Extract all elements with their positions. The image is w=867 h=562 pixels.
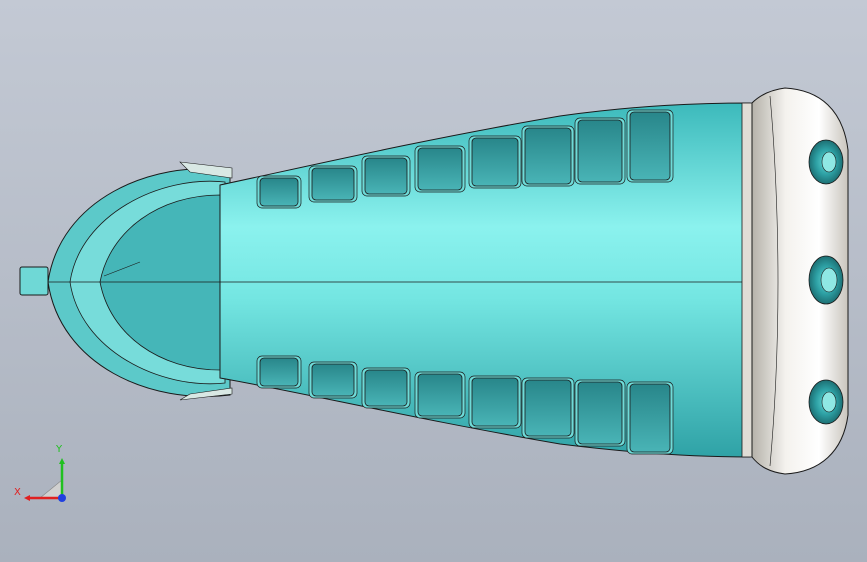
grip-groove <box>471 377 519 427</box>
y-axis-label: Y <box>55 444 63 455</box>
grip-groove <box>524 379 572 437</box>
grip-groove <box>629 111 671 181</box>
grip-groove <box>629 383 671 453</box>
grip-groove <box>577 119 623 183</box>
x-axis-label: X <box>14 487 21 498</box>
grip-groove <box>364 369 408 407</box>
grip-groove <box>311 167 355 201</box>
grip-groove <box>259 177 299 207</box>
axis-triad: X Y <box>14 444 66 502</box>
z-axis-dot <box>58 494 66 502</box>
front-end-cap <box>741 87 849 475</box>
grip-groove <box>524 127 572 185</box>
grip-groove <box>471 137 519 187</box>
grip-groove <box>364 157 408 195</box>
rear-cup <box>19 161 233 401</box>
grip-groove <box>311 363 355 397</box>
x-axis-arrowhead <box>24 495 30 501</box>
3d-viewport[interactable]: X Y <box>0 0 867 562</box>
grip-groove <box>259 357 299 387</box>
y-axis-arrowhead <box>59 458 65 464</box>
grip-groove <box>417 147 463 191</box>
grip-groove <box>577 381 623 445</box>
cad-model-grip[interactable] <box>0 0 867 562</box>
grip-groove <box>417 373 463 417</box>
